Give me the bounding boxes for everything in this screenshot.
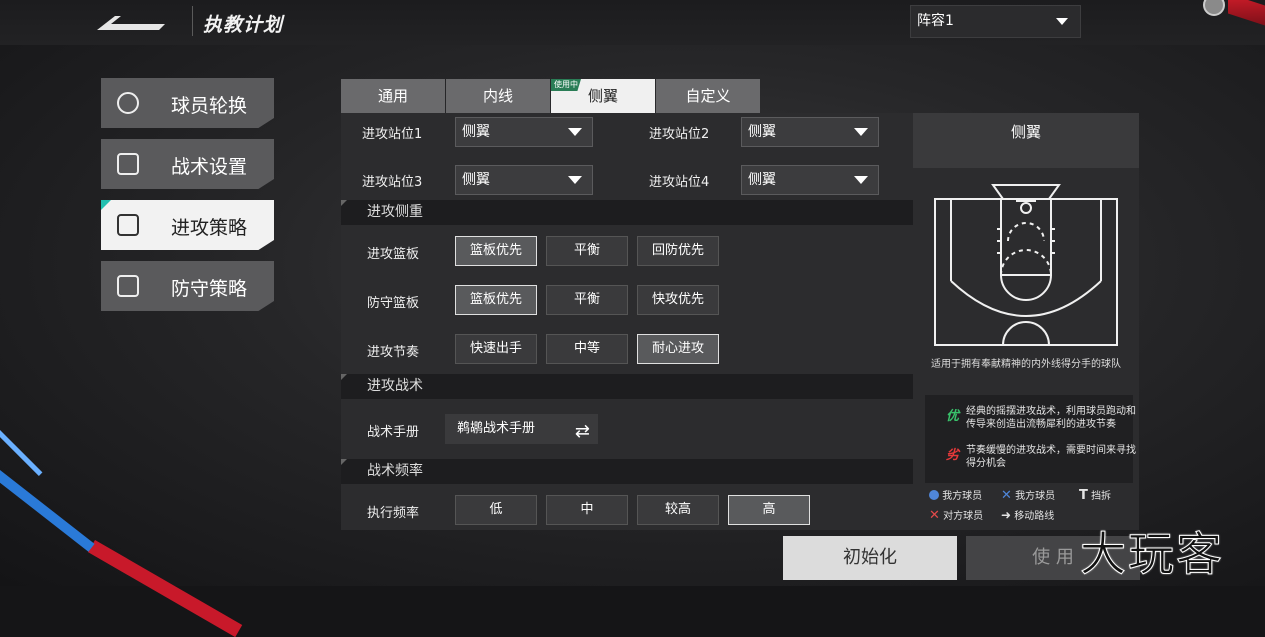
- reset-button[interactable]: 初始化: [783, 536, 957, 580]
- screen-t-icon: T: [1079, 488, 1088, 503]
- preview-description: 适用于拥有奉献精神的内外线得分手的球队: [931, 359, 1121, 370]
- option-button[interactable]: 回防优先: [637, 236, 719, 266]
- tab-label: 侧翼: [587, 87, 618, 105]
- sidebar-item-offense-strategy[interactable]: 进攻策略: [101, 200, 274, 250]
- option-button[interactable]: 平衡: [546, 236, 628, 266]
- tab-custom[interactable]: 自定义: [656, 79, 760, 113]
- position-select-4[interactable]: 侧翼: [741, 165, 879, 195]
- option-button[interactable]: 低: [455, 495, 537, 525]
- section-header-frequency: 战术频率: [341, 459, 913, 484]
- lineup-value: 阵容1: [917, 13, 954, 29]
- sidebar-item-label: 球员轮换: [171, 95, 248, 117]
- select-value: 侧翼: [462, 124, 490, 140]
- chevron-down-icon: [854, 176, 868, 184]
- option-button[interactable]: 较高: [637, 495, 719, 525]
- blue-circle-icon: [929, 490, 939, 500]
- player-rotation-icon: [117, 92, 139, 114]
- option-button[interactable]: 快速出手: [455, 334, 537, 364]
- sidebar-item-player-rotation[interactable]: 球员轮换: [101, 78, 274, 128]
- option-button[interactable]: 平衡: [546, 285, 628, 315]
- legend-opponent: ✕ 对方球员: [929, 507, 983, 523]
- option-button[interactable]: 中: [546, 495, 628, 525]
- pro-tag-icon: 优: [946, 409, 960, 424]
- tab-wing[interactable]: 使用中 侧翼: [551, 79, 655, 113]
- tactics-board-icon: [117, 153, 139, 175]
- chevron-down-icon: [854, 128, 868, 136]
- offense-basketball-icon: [117, 214, 139, 236]
- defense-shield-icon: [117, 275, 139, 297]
- page-title: 执教计划: [203, 14, 284, 36]
- section-header-emphasis: 进攻侧重: [341, 200, 913, 225]
- sidebar-item-label: 防守策略: [171, 278, 248, 300]
- option-button[interactable]: 篮板优先: [455, 285, 537, 315]
- legend-label: 我方球员: [942, 491, 983, 502]
- lineup-select[interactable]: 阵容1: [910, 5, 1081, 38]
- position-select-2[interactable]: 侧翼: [741, 117, 879, 147]
- row-label: 执行频率: [367, 506, 420, 521]
- legend-label: 移动路线: [1014, 511, 1055, 522]
- con-tag-icon: 劣: [946, 448, 960, 463]
- swap-icon[interactable]: ⇄: [575, 417, 590, 447]
- arrow-right-icon: ➜: [1001, 508, 1012, 522]
- con-text: 节奏缓慢的进攻战术，需要时间来寻找得分机会: [966, 445, 1136, 469]
- preview-title: 侧翼: [913, 113, 1139, 168]
- red-x-icon: ✕: [929, 508, 940, 523]
- option-button[interactable]: 快攻优先: [637, 285, 719, 315]
- position-label: 进攻站位4: [649, 175, 710, 190]
- option-button[interactable]: 耐心进攻: [637, 334, 719, 364]
- row-label: 进攻节奏: [367, 345, 420, 360]
- select-value: 侧翼: [462, 172, 490, 188]
- watermark-logo: 大玩客: [1080, 527, 1224, 582]
- position-select-3[interactable]: 侧翼: [455, 165, 593, 195]
- row-label: 进攻篮板: [367, 247, 420, 262]
- back-logo-icon[interactable]: [97, 14, 167, 36]
- option-button[interactable]: 篮板优先: [455, 236, 537, 266]
- legend-move: ➜ 移动路线: [1001, 507, 1054, 522]
- position-label: 进攻站位2: [649, 127, 710, 142]
- position-label: 进攻站位1: [362, 127, 423, 142]
- blue-x-icon: ✕: [1001, 488, 1012, 503]
- manual-value: 鹈鹕战术手册: [457, 421, 536, 436]
- legend-my-player-x: ✕ 我方球员: [1001, 487, 1055, 503]
- sidebar-item-tactics-settings[interactable]: 战术设置: [101, 139, 274, 189]
- sidebar-item-label: 战术设置: [171, 156, 248, 178]
- tab-inside[interactable]: 内线: [446, 79, 550, 113]
- legend-label: 我方球员: [1015, 491, 1056, 502]
- option-button[interactable]: 中等: [546, 334, 628, 364]
- sidebar-item-defense-strategy[interactable]: 防守策略: [101, 261, 274, 311]
- legend-label: 挡拆: [1091, 491, 1112, 502]
- select-value: 侧翼: [748, 172, 776, 188]
- position-label: 进攻站位3: [362, 175, 423, 190]
- position-select-1[interactable]: 侧翼: [455, 117, 593, 147]
- chevron-down-icon: [568, 128, 582, 136]
- tactic-manual-select[interactable]: 鹈鹕战术手册 ⇄: [445, 414, 598, 444]
- chevron-down-icon: [568, 176, 582, 184]
- title-separator: [192, 6, 193, 36]
- legend-my-player: 我方球员: [929, 487, 982, 502]
- pro-text: 经典的摇摆进攻战术，利用球员跑动和传导来创造出流畅犀利的进攻节奏: [966, 406, 1136, 430]
- row-label: 防守篮板: [367, 296, 420, 311]
- sidebar-item-label: 进攻策略: [171, 217, 248, 239]
- chevron-down-icon: [1056, 18, 1068, 25]
- legend-screen: T 挡拆: [1079, 487, 1111, 503]
- tactic-preview-panel: 侧翼 适用于拥有奉献精神的内外线得分手的球队 优 经典的摇摆进攻战术，利用球员跑…: [913, 113, 1139, 530]
- select-value: 侧翼: [748, 124, 776, 140]
- option-button[interactable]: 高: [728, 495, 810, 525]
- section-header-tactics: 进攻战术: [341, 374, 913, 399]
- row-label: 战术手册: [367, 425, 420, 440]
- in-use-badge: 使用中: [551, 79, 581, 91]
- tab-general[interactable]: 通用: [341, 79, 445, 113]
- legend-label: 对方球员: [943, 511, 984, 522]
- court-diagram: [934, 184, 1118, 346]
